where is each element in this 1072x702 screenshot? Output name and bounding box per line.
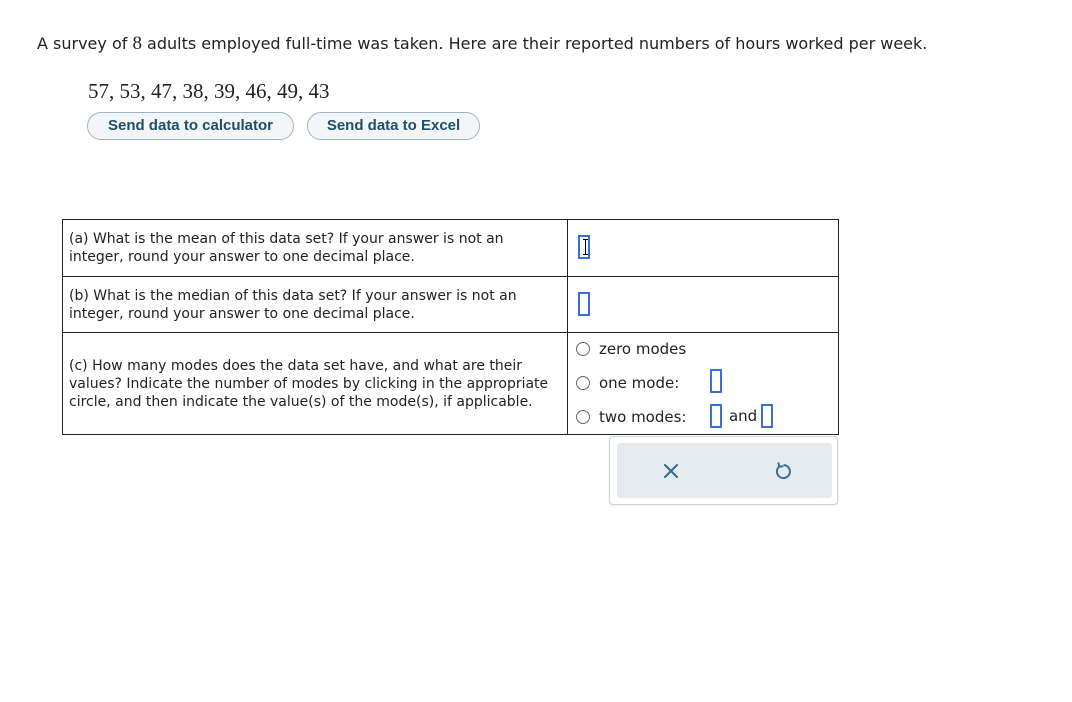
zero-modes-label: zero modes <box>598 340 687 358</box>
one-mode-label: one mode: <box>598 374 680 392</box>
question-row-mean: (a) What is the mean of this data set? I… <box>62 219 840 277</box>
one-mode-radio[interactable] <box>575 376 590 390</box>
text-cursor <box>582 239 588 255</box>
question-mean: (a) What is the mean of this data set? I… <box>62 219 568 277</box>
two-modes-label: two modes: <box>598 408 687 426</box>
prompt-count: 8 <box>132 33 142 54</box>
answer-cell-mean <box>566 219 840 277</box>
action-toolbar <box>617 443 832 498</box>
question-median: (b) What is the median of this data set?… <box>62 276 568 333</box>
median-answer-input[interactable] <box>577 292 590 316</box>
send-to-excel-button[interactable]: Send data to Excel <box>307 112 480 140</box>
one-mode-option[interactable]: one mode: <box>575 374 680 392</box>
mean-answer-input[interactable] <box>577 235 590 259</box>
two-modes-option[interactable]: two modes: <box>575 408 687 426</box>
question-modes: (c) How many modes does the data set hav… <box>62 332 568 435</box>
prompt-before: A survey of <box>37 34 133 53</box>
zero-modes-option[interactable]: zero modes <box>575 340 687 358</box>
two-modes-first-value-input[interactable] <box>709 404 722 428</box>
close-icon[interactable] <box>657 457 685 485</box>
answer-cell-modes: zero modes one mode: two modes: and <box>566 332 840 435</box>
answer-action-panel <box>609 436 838 505</box>
and-label: and <box>728 407 758 425</box>
zero-modes-radio[interactable] <box>575 342 590 356</box>
prompt-after: adults employed full-time was taken. Her… <box>141 34 928 53</box>
question-row-median: (b) What is the median of this data set?… <box>62 276 840 333</box>
problem-statement: A survey of 8 adults employed full-time … <box>37 33 927 55</box>
one-mode-value-input[interactable] <box>709 369 722 393</box>
data-values: 57, 53, 47, 38, 39, 46, 49, 43 <box>88 79 330 103</box>
question-row-modes: (c) How many modes does the data set hav… <box>62 332 840 435</box>
question-table: (a) What is the mean of this data set? I… <box>62 219 840 435</box>
answer-cell-median <box>566 276 840 333</box>
two-modes-second-value-input[interactable] <box>760 404 773 428</box>
two-modes-radio[interactable] <box>575 410 590 424</box>
send-to-calculator-button[interactable]: Send data to calculator <box>87 112 294 140</box>
undo-icon[interactable] <box>769 457 797 485</box>
